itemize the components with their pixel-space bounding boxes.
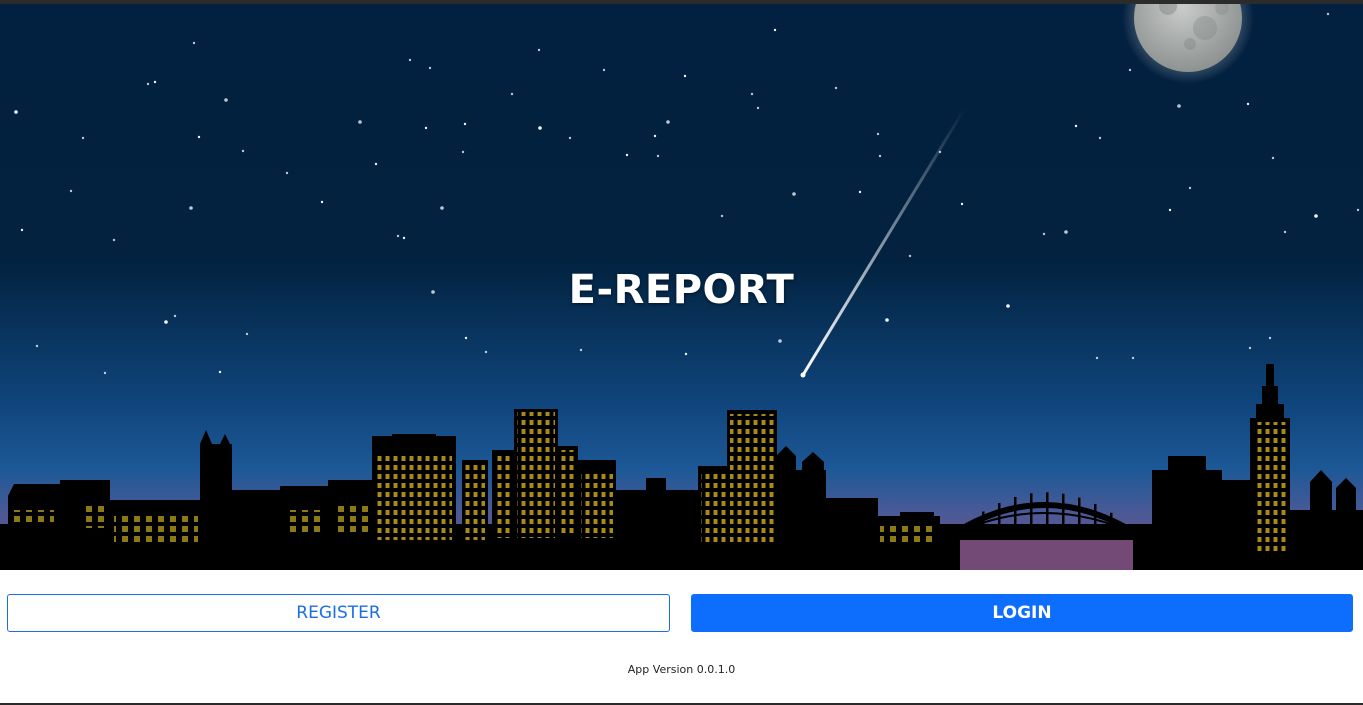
app-version: App Version 0.0.1.0 bbox=[627, 663, 736, 676]
login-button-label: LOGIN bbox=[992, 603, 1052, 623]
app-title: E-REPORT bbox=[568, 267, 795, 313]
register-button-label: REGISTER bbox=[296, 603, 381, 623]
register-button[interactable]: REGISTER bbox=[7, 594, 670, 632]
login-button[interactable]: LOGIN bbox=[691, 594, 1353, 632]
hero-banner: E-REPORT bbox=[0, 4, 1363, 570]
